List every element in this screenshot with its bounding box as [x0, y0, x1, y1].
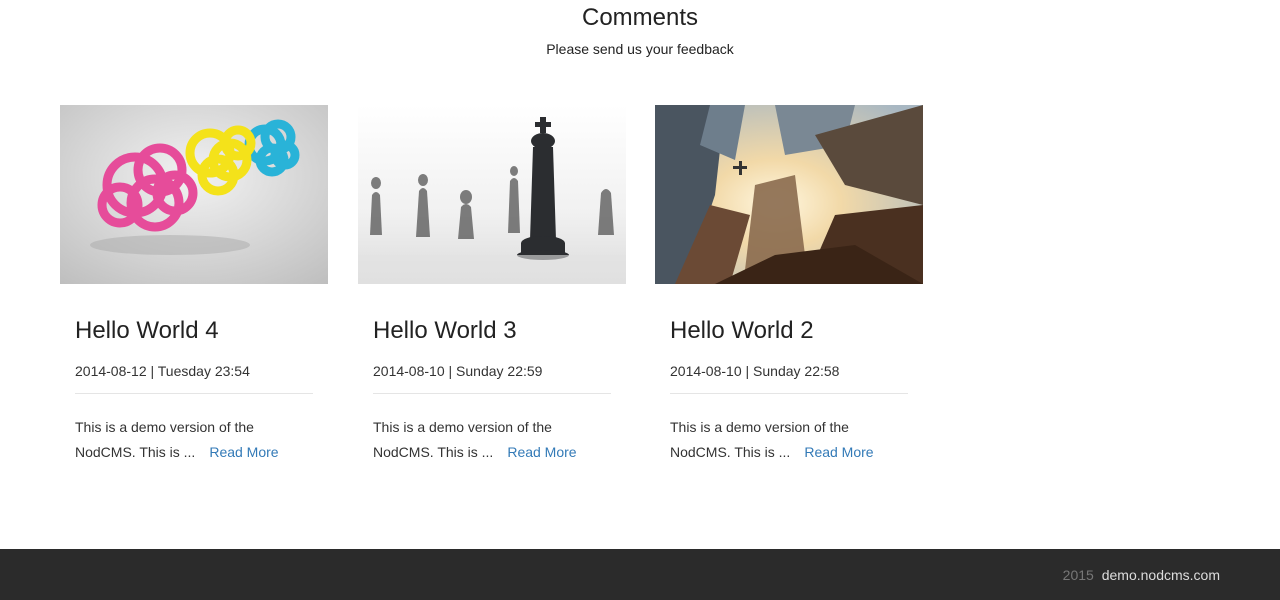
post-excerpt-line: NodCMS. This is ... Read More: [373, 440, 611, 465]
post-excerpt-line: NodCMS. This is ... Read More: [75, 440, 313, 465]
section-header: Comments Please send us your feedback: [0, 0, 1280, 58]
footer-site-link[interactable]: demo.nodcms.com: [1102, 567, 1220, 583]
skyscrapers-airplane-image: [655, 105, 923, 284]
post-thumbnail-link[interactable]: [655, 105, 923, 284]
post-date: 2014-08-10 | Sunday 22:58: [670, 363, 840, 379]
post-excerpt: This is a demo version of the NodCMS. Th…: [373, 415, 611, 465]
post-title[interactable]: Hello World 4: [75, 317, 313, 345]
post-divider: [373, 393, 611, 394]
post-excerpt-line: NodCMS. This is ... Read More: [670, 440, 908, 465]
post-card-body: Hello World 4 2014-08-12 | Tuesday 23:54…: [60, 317, 328, 465]
footer-year: 2015: [1062, 567, 1094, 583]
post-card-body: Hello World 3 2014-08-10 | Sunday 22:59 …: [358, 317, 626, 465]
post-divider: [75, 393, 313, 394]
colorful-knotted-balls-image: [60, 105, 328, 284]
post-thumbnail-link[interactable]: [60, 105, 328, 284]
section-title: Comments: [581, 4, 699, 31]
section-subtitle: Please send us your feedback: [546, 41, 734, 57]
post-excerpt-line: This is a demo version of the: [75, 419, 254, 435]
footer: 2015 demo.nodcms.com: [0, 549, 1280, 600]
read-more-link[interactable]: Read More: [209, 444, 278, 460]
post-excerpt-text: NodCMS. This is ...: [75, 444, 196, 460]
post-divider: [670, 393, 908, 394]
post-card: Hello World 3 2014-08-10 | Sunday 22:59 …: [358, 105, 626, 465]
post-thumbnail-link[interactable]: [358, 105, 626, 284]
post-date: 2014-08-12 | Tuesday 23:54: [75, 363, 250, 379]
post-excerpt-line: This is a demo version of the: [373, 419, 552, 435]
post-date: 2014-08-10 | Sunday 22:59: [373, 363, 543, 379]
read-more-link[interactable]: Read More: [804, 444, 873, 460]
post-title[interactable]: Hello World 2: [670, 317, 908, 345]
post-excerpt-text: NodCMS. This is ...: [373, 444, 494, 460]
post-title[interactable]: Hello World 3: [373, 317, 611, 345]
post-excerpt-text: NodCMS. This is ...: [670, 444, 791, 460]
post-excerpt: This is a demo version of the NodCMS. Th…: [670, 415, 908, 465]
post-card: Hello World 2 2014-08-10 | Sunday 22:58 …: [655, 105, 923, 465]
post-excerpt: This is a demo version of the NodCMS. Th…: [75, 415, 313, 465]
post-card: Hello World 4 2014-08-12 | Tuesday 23:54…: [60, 105, 328, 465]
post-card-body: Hello World 2 2014-08-10 | Sunday 22:58 …: [655, 317, 923, 465]
read-more-link[interactable]: Read More: [507, 444, 576, 460]
footer-copyright: 2015 demo.nodcms.com: [1063, 567, 1220, 583]
post-excerpt-line: This is a demo version of the: [670, 419, 849, 435]
chess-pieces-image: [358, 105, 626, 284]
